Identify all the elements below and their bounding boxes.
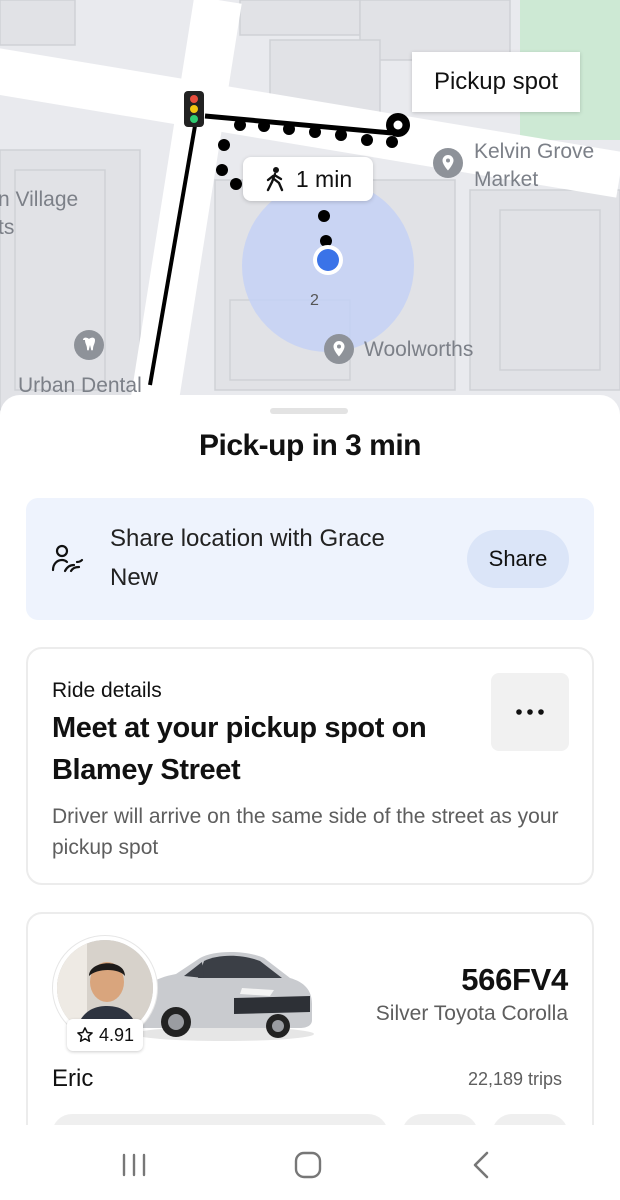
kelvin-grove-market-label[interactable]: Kelvin Grove Market <box>474 138 594 194</box>
kelvin-grove-market-pin-icon[interactable] <box>433 148 463 178</box>
driver-card[interactable]: 4.91 566FV4 Silver Toyota Corolla Eric 2… <box>26 912 594 1125</box>
village-label: n Village ts <box>0 188 79 239</box>
back-icon[interactable] <box>465 1147 501 1183</box>
license-plate: 566FV4 <box>461 962 568 997</box>
ride-details-description: Driver will arrive on the same side of t… <box>52 805 559 859</box>
woolworths-pin-icon[interactable] <box>324 334 354 364</box>
share-button[interactable]: Share <box>467 530 569 588</box>
share-location-text: Share location with Grace New <box>110 525 385 591</box>
car-model: Silver Toyota Corolla <box>375 1002 568 1025</box>
woolworths-label[interactable]: Woolworths <box>364 336 473 364</box>
share-location-card: Share location with Grace New Share <box>26 498 594 620</box>
home-icon[interactable] <box>290 1147 326 1183</box>
driver-name: Eric <box>52 1065 94 1092</box>
driver-trip-count: 22,189 trips <box>467 1069 562 1089</box>
call-driver-button[interactable] <box>402 1114 478 1125</box>
more-options-button[interactable] <box>491 673 569 751</box>
dental-pin-icon[interactable] <box>74 330 104 360</box>
more-horizontal-icon <box>516 709 544 715</box>
recent-apps-icon[interactable] <box>116 1147 152 1183</box>
message-driver-button[interactable] <box>52 1114 388 1125</box>
star-icon <box>77 1027 93 1042</box>
system-nav-bar <box>0 1125 620 1200</box>
driver-rating-value: 4.91 <box>98 1024 135 1045</box>
floor-number: 2 <box>310 292 319 309</box>
trip-bottom-sheet: Pick-up in 3 min Share location with Gra… <box>0 395 620 1125</box>
pickup-spot-callout[interactable]: Pickup spot <box>412 52 580 112</box>
ride-details-card[interactable]: Ride details Meet at your pickup spot on… <box>26 647 594 885</box>
sheet-drag-handle[interactable] <box>270 408 348 414</box>
share-location-icon <box>51 544 84 573</box>
walking-icon <box>266 167 284 192</box>
safety-button[interactable] <box>492 1114 568 1125</box>
driver-rating-badge: 4.91 <box>67 1019 143 1051</box>
walk-time-label: 1 min <box>295 165 353 192</box>
pickup-eta-title: Pick-up in 3 min <box>198 429 422 462</box>
ride-details-label: Ride details <box>52 679 162 702</box>
map-view[interactable]: Pickup spot 1 min 2 Kelvin Grove Market … <box>0 0 620 430</box>
walk-time-chip: 1 min <box>243 157 373 201</box>
ride-details-headline: Meet at your pickup spot on Blamey Stree… <box>52 712 427 786</box>
